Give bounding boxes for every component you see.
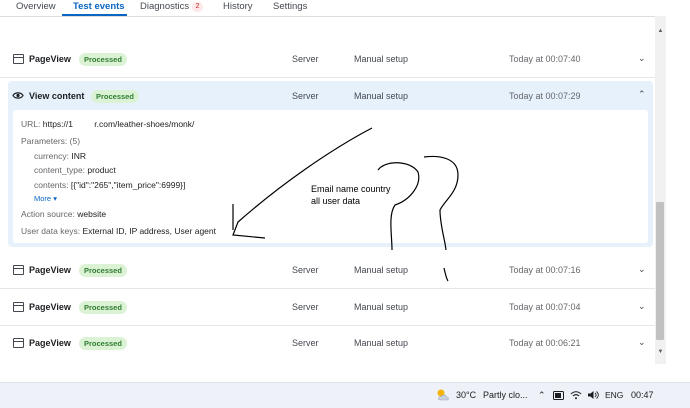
chevron-up-icon[interactable]: ⌃ xyxy=(538,388,546,402)
taskbar: 30°C Partly clo... ⌃ ENG 00:47 xyxy=(0,382,690,408)
volume-icon[interactable] xyxy=(587,390,599,400)
battery-icon[interactable] xyxy=(553,391,565,400)
annotation-text-line2: all user data xyxy=(311,196,361,206)
weather-icon[interactable] xyxy=(435,388,451,402)
weather-condition[interactable]: Partly clo... xyxy=(483,388,528,402)
language-indicator[interactable]: ENG xyxy=(605,388,623,402)
clock[interactable]: 00:47 xyxy=(631,388,654,402)
annotation-text-line1: Email name country xyxy=(311,184,391,194)
window-gap xyxy=(0,372,690,382)
temperature[interactable]: 30°C xyxy=(456,388,476,402)
wifi-icon[interactable] xyxy=(570,390,582,400)
